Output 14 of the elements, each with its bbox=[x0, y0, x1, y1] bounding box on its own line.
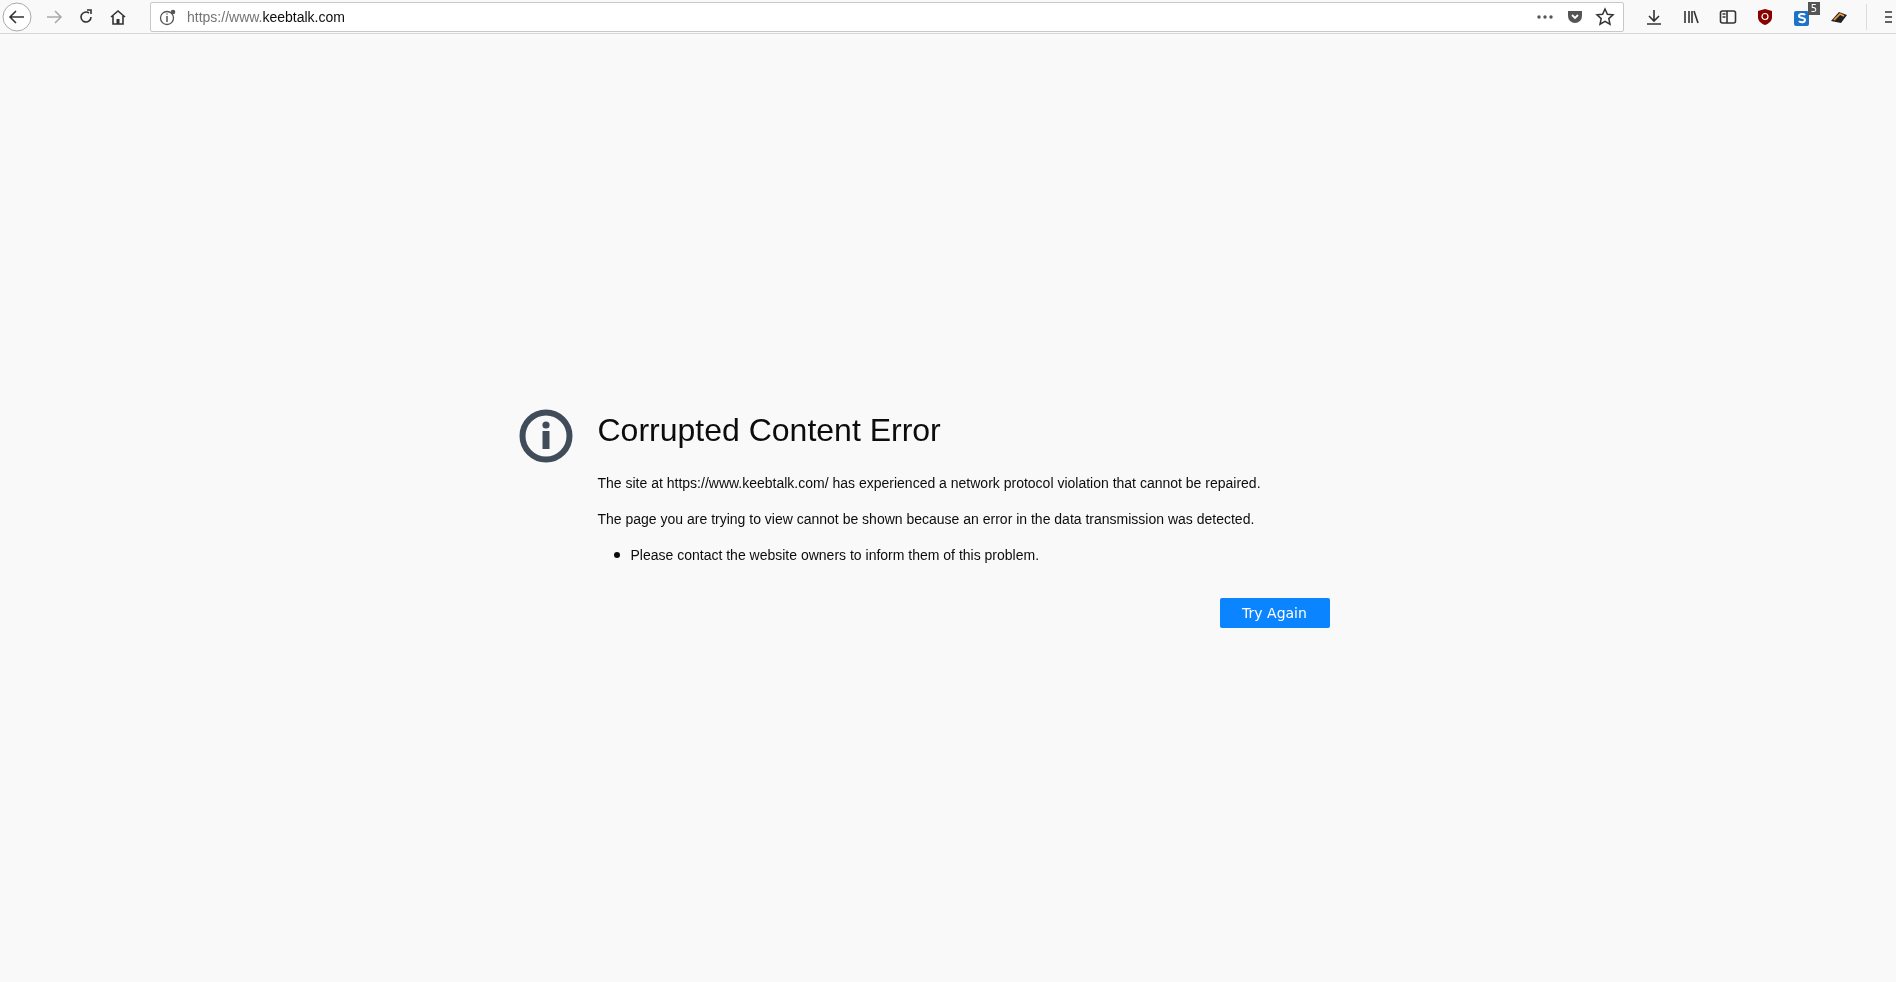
info-icon bbox=[159, 7, 177, 26]
suggestion-text: Please contact the website owners to inform them of this problem. bbox=[630, 547, 1040, 563]
address-bar[interactable]: https://www.keebtalk.com bbox=[150, 1, 1624, 32]
back-icon[interactable] bbox=[2, 1, 32, 32]
try-again-button[interactable]: Try Again bbox=[1219, 598, 1330, 628]
star-icon[interactable] bbox=[1595, 6, 1615, 27]
url-text: https://www.keebtalk.com bbox=[187, 8, 345, 25]
error-description: The page you are trying to view cannot be shown because an error in the data transmission was detected. bbox=[597, 511, 1255, 527]
error-title: Corrupted Content Error bbox=[597, 412, 942, 449]
bullet-icon bbox=[613, 552, 620, 558]
error-description: The site at https://www.keebtalk.com/ has experienced a network protocol violation that cannot be repaired. bbox=[597, 475, 1261, 491]
shield-icon[interactable] bbox=[1755, 6, 1775, 27]
info-icon bbox=[518, 409, 573, 463]
extension-badge: 5 bbox=[1807, 1, 1820, 15]
